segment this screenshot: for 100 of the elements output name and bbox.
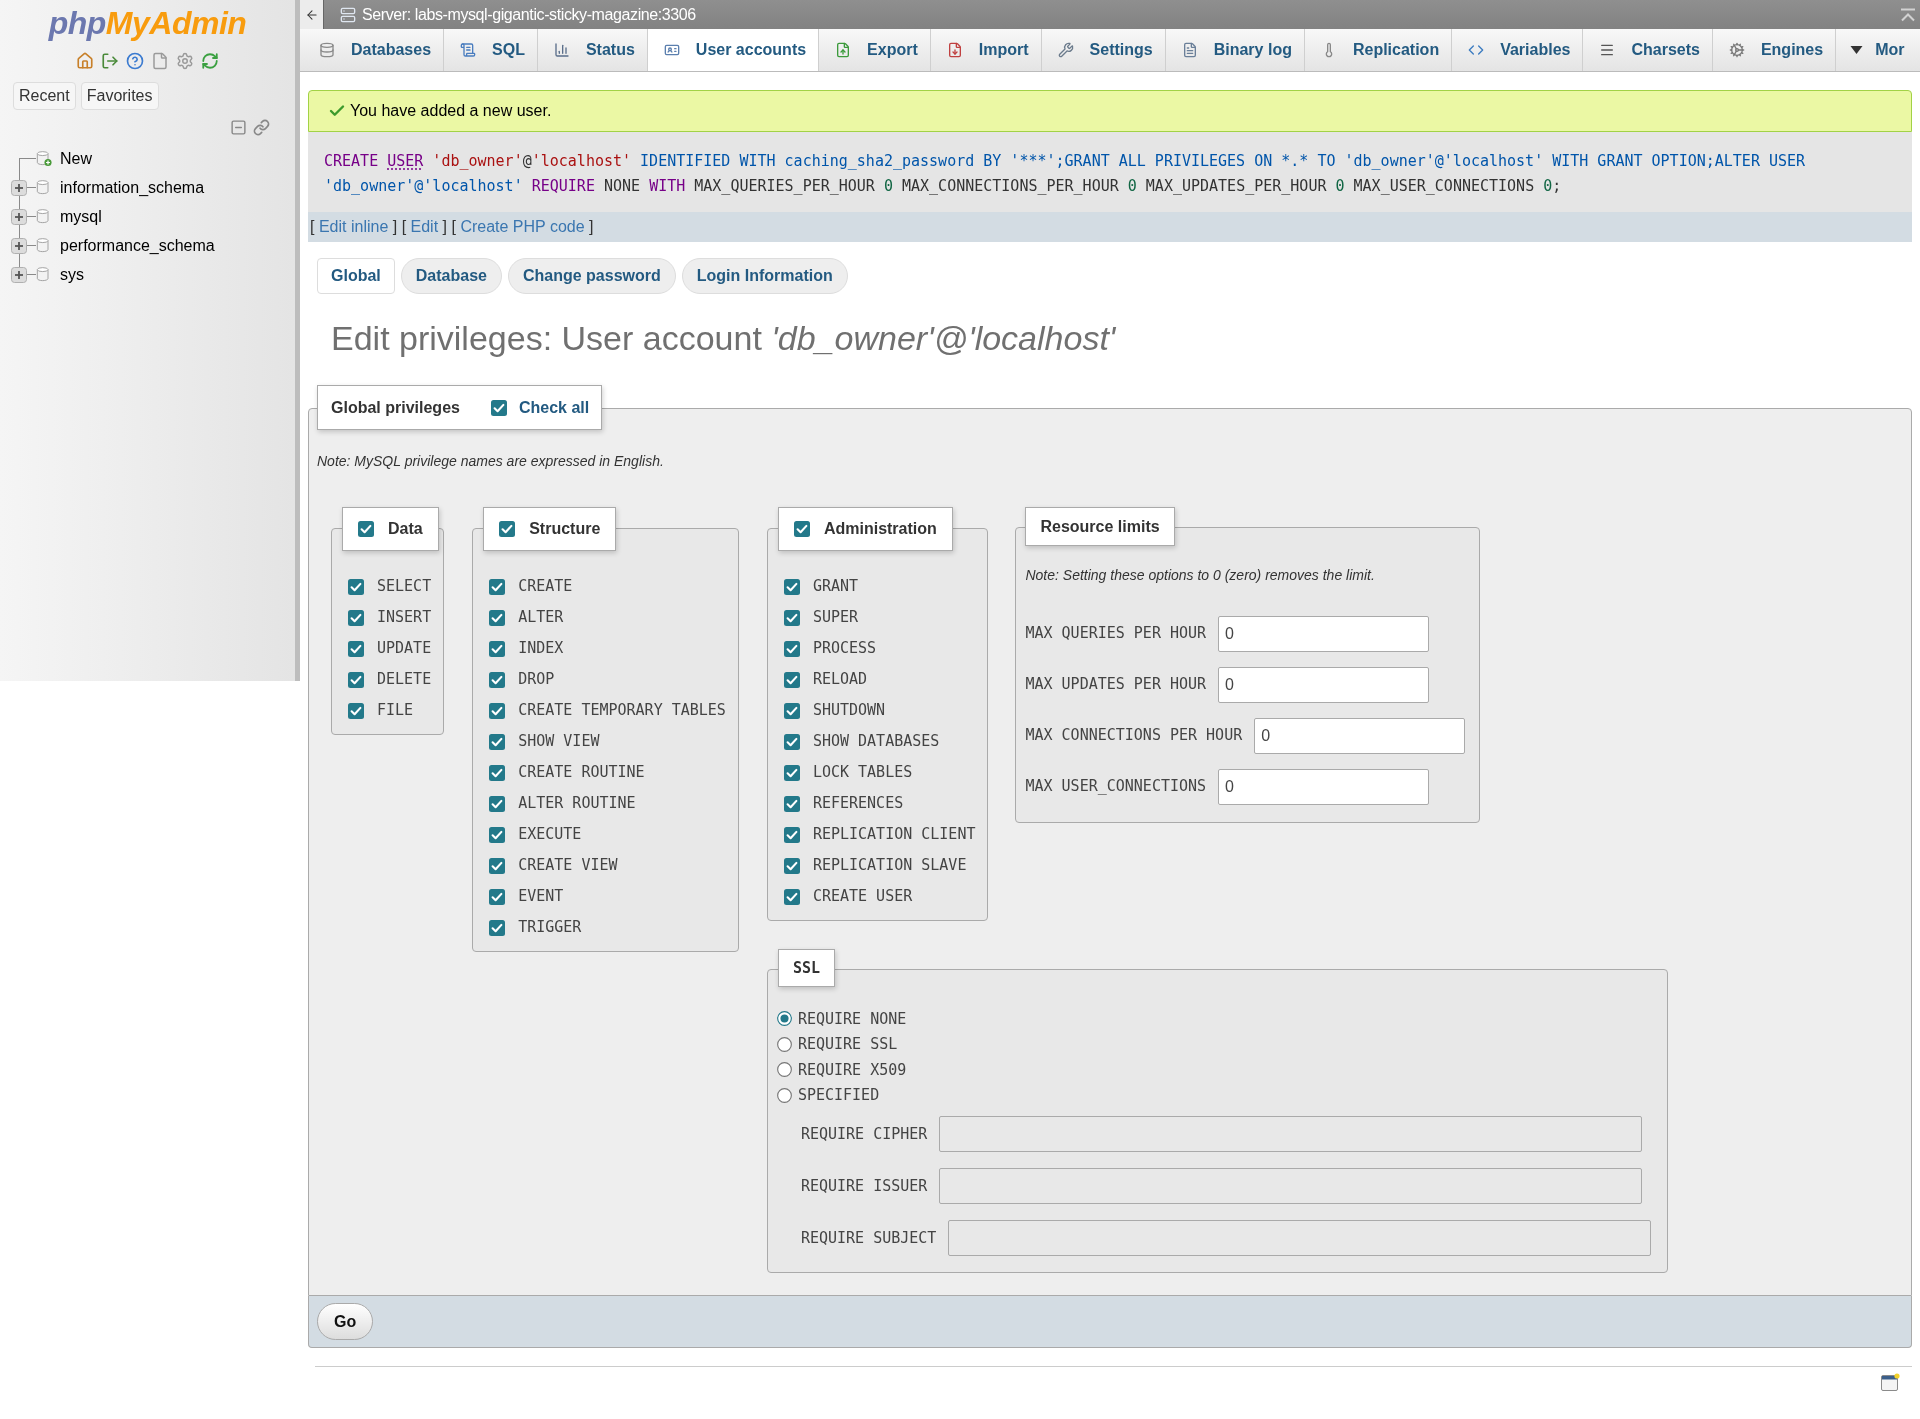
tree-item[interactable]: performance_schema — [60, 233, 215, 258]
checkbox[interactable] — [783, 671, 800, 688]
tree-item[interactable]: information_schema — [60, 175, 205, 200]
checkbox[interactable] — [783, 578, 800, 595]
checkbox[interactable] — [783, 826, 800, 843]
action-link[interactable]: Create PHP code — [460, 218, 585, 235]
nav-tab[interactable]: Export — [819, 29, 931, 71]
expand-icon[interactable] — [11, 179, 27, 196]
privilege-label: REFERENCES — [812, 793, 904, 815]
tree-item[interactable]: mysql — [60, 204, 102, 229]
nav-tab[interactable]: Engines — [1712, 29, 1837, 71]
sidebar-toggle-button[interactable] — [300, 0, 324, 29]
tree-item[interactable]: sys — [60, 262, 84, 287]
sidebar-tab-button[interactable]: Favorites — [80, 82, 159, 110]
privilege-label: REPLICATION CLIENT — [812, 824, 976, 846]
notice-message: You have added a new user. — [350, 101, 552, 121]
input-field[interactable]: 0 — [1218, 615, 1430, 652]
checkbox[interactable] — [489, 795, 506, 812]
nav-tab[interactable]: Charsets — [1583, 29, 1713, 71]
radio-label: REQUIRE SSL — [797, 1034, 898, 1055]
nav-tab[interactable]: Import — [930, 29, 1042, 71]
limits-note: Note: Setting these options to 0 (zero) removes the limit. — [1025, 567, 1375, 584]
help-icon[interactable] — [126, 52, 144, 70]
input-field[interactable]: 0 — [1218, 768, 1430, 805]
code-icon — [1468, 42, 1485, 58]
checkbox[interactable] — [489, 733, 506, 750]
refresh-icon[interactable] — [201, 52, 219, 70]
checkbox[interactable] — [783, 640, 800, 657]
checkbox[interactable] — [489, 609, 506, 626]
checkbox[interactable] — [348, 578, 364, 595]
nav-tab[interactable]: SQL — [444, 29, 538, 71]
nav-tab[interactable]: Databases — [303, 29, 445, 71]
checkbox[interactable] — [490, 399, 507, 416]
checkbox[interactable] — [489, 764, 506, 781]
sql-query: CREATE USER 'db_owner'@'localhost' IDENTIFIED WITH caching_sha2_password BY '***';GRANT ALL PRIVILEGES ON *.* TO 'db_owner'@'localhost' WITH GRANT OPTION;ALTER USER 'db_owner'@'localhost' REQUIRE NONE WITH MAX_QUERIES_PER_HOUR 0 MAX_CONNECTIONS_PER_HOUR 0 MAX_UPDATES_PER_HOUR 0 MAX_USER_CONNECTIONS 0; — [324, 151, 1807, 197]
checkbox[interactable] — [489, 640, 506, 657]
privilege-label: SHOW DATABASES — [812, 731, 940, 753]
doc-link[interactable]: USER — [387, 152, 424, 170]
checkbox[interactable] — [489, 919, 506, 936]
page-heading: Edit privileges: User account 'db_owner'@'localhost' — [331, 318, 1116, 358]
checkbox[interactable] — [348, 640, 364, 657]
checkbox[interactable] — [783, 888, 800, 905]
radio-label: SPECIFIED — [797, 1085, 880, 1106]
legend-title: Administration — [823, 519, 937, 539]
action-link[interactable]: Edit inline — [318, 218, 389, 235]
checkbox[interactable] — [489, 888, 506, 905]
checkbox[interactable] — [348, 702, 364, 719]
document-arrow-up-icon — [835, 42, 852, 58]
expand-icon[interactable] — [11, 266, 27, 283]
check-all-label[interactable]: Check all — [518, 395, 590, 420]
expand-icon[interactable] — [11, 208, 27, 225]
go-button[interactable]: Go — [317, 1303, 374, 1340]
nav-tab[interactable]: Variables — [1452, 29, 1584, 71]
checkbox[interactable] — [783, 733, 800, 750]
radio-button[interactable] — [776, 1011, 792, 1027]
radio-button[interactable] — [776, 1036, 792, 1052]
checkbox[interactable] — [783, 764, 800, 781]
checkbox[interactable] — [358, 521, 374, 537]
exit-icon[interactable] — [101, 52, 119, 70]
subtab[interactable]: Database — [400, 258, 502, 294]
checkbox[interactable] — [489, 702, 506, 719]
link-icon[interactable] — [253, 119, 270, 136]
checkbox[interactable] — [783, 795, 800, 812]
checkbox[interactable] — [489, 826, 506, 843]
logo[interactable]: phpMyAdmin — [48, 4, 247, 42]
nav-tab[interactable]: User accounts — [647, 29, 820, 71]
subtab[interactable]: Global — [317, 258, 395, 294]
nav-tab[interactable]: Settings — [1041, 29, 1166, 71]
subtab[interactable]: Change password — [507, 258, 676, 294]
checkbox[interactable] — [793, 521, 810, 537]
privilege-label: GRANT — [812, 576, 859, 598]
subtab[interactable]: Login Information — [681, 258, 848, 294]
radio-button[interactable] — [776, 1087, 792, 1103]
ssl-field-label: REQUIRE CIPHER — [800, 1123, 928, 1145]
database-add-icon — [36, 150, 52, 167]
tree-item[interactable]: New — [60, 146, 92, 171]
privilege-label: CREATE USER — [812, 886, 913, 908]
checkbox[interactable] — [348, 671, 364, 688]
window-icon[interactable] — [1880, 1373, 1900, 1393]
checkbox[interactable] — [489, 671, 506, 688]
home-icon[interactable] — [76, 52, 94, 70]
input-field[interactable]: 0 — [1218, 666, 1430, 703]
checkbox[interactable] — [783, 609, 800, 626]
nav-tab[interactable]: Binary log — [1165, 29, 1305, 71]
radio-button[interactable] — [776, 1062, 792, 1078]
nav-tab[interactable]: Mor — [1836, 29, 1909, 71]
nav-tab[interactable]: Replication — [1304, 29, 1453, 71]
privilege-label: CREATE TEMPORARY TABLES — [518, 700, 726, 722]
checkbox[interactable] — [499, 521, 516, 537]
checkbox[interactable] — [489, 578, 506, 595]
input-field[interactable]: 0 — [1254, 717, 1466, 754]
collapse-icon[interactable] — [230, 119, 247, 136]
expand-icon[interactable] — [11, 237, 27, 254]
checkbox[interactable] — [489, 857, 506, 874]
sidebar-tab-button[interactable]: Recent — [13, 82, 76, 110]
checkbox[interactable] — [783, 857, 800, 874]
checkbox[interactable] — [348, 609, 364, 626]
nav-tab[interactable]: Status — [537, 29, 648, 71]
action-link[interactable]: Edit — [410, 218, 439, 235]
checkbox[interactable] — [783, 702, 800, 719]
